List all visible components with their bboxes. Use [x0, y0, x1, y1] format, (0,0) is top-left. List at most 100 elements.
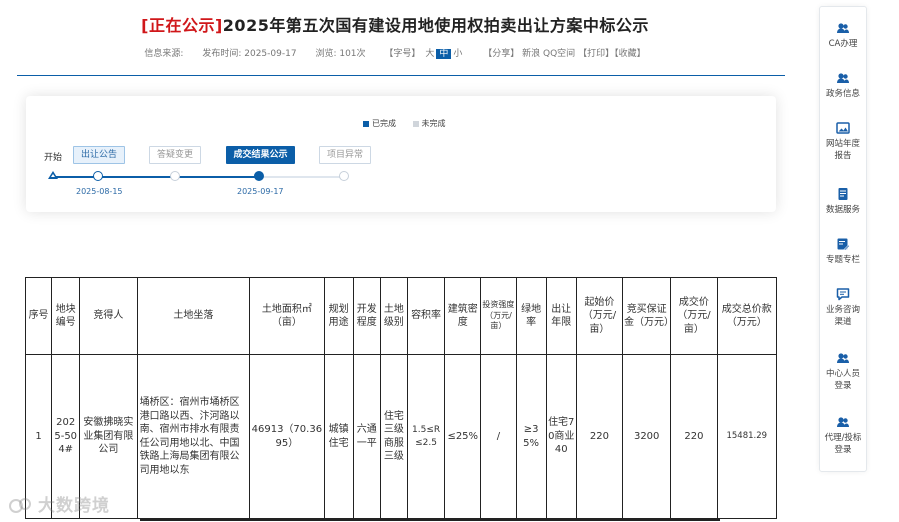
print-button[interactable]: 【打印】 — [578, 49, 614, 59]
sidebar-item-label: 中心人员登录 — [825, 369, 860, 392]
progress-track-todo — [262, 176, 344, 178]
table-header: 容积率 — [406, 277, 446, 355]
share-qq-link[interactable]: QQ空间 — [543, 49, 575, 59]
start-triangle-icon — [48, 171, 58, 179]
progress-node — [254, 171, 264, 181]
user-group-icon — [837, 73, 849, 83]
title-divider — [17, 75, 785, 76]
step-result-publicity[interactable]: 成交结果公示 — [226, 146, 295, 164]
bottom-divider — [140, 519, 720, 521]
document-icon — [838, 188, 848, 200]
sidebar-item-annual-report[interactable]: 网站年度报告 — [823, 121, 863, 163]
step-qa-change[interactable]: 答疑变更 — [149, 146, 201, 164]
legend-todo-label: 未完成 — [421, 119, 446, 128]
table-header: 成交价（万元/亩） — [670, 277, 718, 355]
table-cell: 220 — [575, 354, 624, 519]
table-header: 出让年限 — [545, 277, 577, 355]
edit-doc-icon — [837, 238, 850, 251]
favorite-button[interactable]: 【收藏】 — [614, 49, 646, 59]
sidebar-item-gov-info[interactable]: 政务信息 — [820, 71, 866, 100]
sidebar-item-label: CA办理 — [828, 39, 858, 49]
sidebar-item-data-service[interactable]: 数据服务 — [820, 187, 866, 216]
chat-icon — [836, 288, 850, 301]
table-header: 竞得人 — [79, 277, 138, 355]
step-exception[interactable]: 项目异常 — [319, 146, 371, 164]
watermark: 大数跨境 — [8, 491, 110, 516]
table-cell: / — [480, 354, 517, 519]
title-text: 2025年第五次国有建设用地使用权拍卖出让方案中标公示 — [222, 16, 649, 35]
share-sina-link[interactable]: 新浪 — [522, 49, 540, 59]
article-meta: 信息来源: 发布时间: 2025-09-17 浏览: 101次 【字号】 大中小… — [0, 46, 790, 59]
table-header: 绿地率 — [515, 277, 547, 355]
legend-done-label: 已完成 — [372, 119, 396, 128]
sidebar-item-label: 专题专栏 — [825, 255, 860, 265]
watermark-logo-icon — [9, 498, 31, 513]
sidebar-item-staff-login[interactable]: 中心人员登录 — [823, 351, 863, 393]
progress-legend: 已完成 未完成 — [363, 118, 460, 129]
table-header: 开发程度 — [352, 277, 381, 355]
table-header: 建筑密度 — [444, 277, 482, 355]
sidebar-item-ca[interactable]: CA办理 — [820, 21, 866, 50]
table-header-row: 序号 地块编号 竞得人 土地坐落 土地面积㎡（亩） 规划用途 开发程度 土地级别… — [24, 277, 778, 355]
table-header: 成交总价款（万元） — [716, 277, 778, 355]
user-group-icon — [837, 353, 849, 363]
article-title: [正在公示]2025年第五次国有建设用地使用权拍卖出让方案中标公示 — [0, 12, 790, 36]
source-label: 信息来源: — [144, 49, 184, 59]
progress-track-done — [54, 176, 262, 178]
sidebar-item-label: 政务信息 — [825, 89, 860, 99]
user-group-icon — [837, 23, 849, 33]
views-info: 浏览: 101次 — [315, 49, 366, 59]
table-cell: 埇桥区：宿州市埇桥区港口路以西、汴河路以南、宿州市排水有限责任公司用地以北、中国… — [136, 354, 251, 519]
progress-node — [93, 171, 103, 181]
table-header: 地块编号 — [51, 277, 81, 355]
publish-date: 2025-09-17 — [244, 49, 297, 59]
table-header: 起始价（万元/亩） — [575, 277, 624, 355]
status-tag: [正在公示] — [141, 16, 223, 35]
watermark-text: 大数跨境 — [38, 496, 110, 516]
sidebar-item-agent-login[interactable]: 代理/投标登录 — [823, 415, 863, 457]
table-cell: 住宅三级商服三级 — [379, 354, 408, 519]
table-header: 序号 — [24, 277, 53, 355]
table-cell: 住宅70商业40 — [545, 354, 577, 519]
legend-done-swatch — [363, 120, 369, 127]
step-date: 2025-09-17 — [237, 187, 284, 196]
table-header: 竞买保证金（万元） — [622, 277, 674, 355]
step-announcement[interactable]: 出让公告 — [73, 146, 125, 164]
quick-link-sidebar: CA办理 政务信息 网站年度报告 数据服务 专题专栏 业务咨询渠道 中心人员登录… — [819, 6, 867, 472]
sidebar-item-label: 代理/投标登录 — [824, 433, 862, 456]
font-large-button[interactable]: 大 — [423, 49, 436, 59]
sidebar-item-label: 网站年度报告 — [825, 139, 860, 162]
table-cell: ≤25% — [444, 354, 482, 519]
table-cell: 46913（70.3695） — [249, 354, 325, 519]
table-cell: 城镇住宅 — [323, 354, 354, 519]
font-medium-button[interactable]: 中 — [436, 49, 452, 59]
sidebar-item-special-topics[interactable]: 专题专栏 — [820, 237, 866, 266]
table-cell: 15481.29 — [716, 354, 778, 519]
step-date: 2025-08-15 — [76, 187, 123, 196]
progress-start-label: 开始 — [44, 153, 63, 163]
table-header: 规划用途 — [323, 277, 354, 355]
image-icon — [836, 122, 850, 134]
result-table: 序号 地块编号 竞得人 土地坐落 土地面积㎡（亩） 规划用途 开发程度 土地级别… — [24, 277, 778, 519]
table-header: 投资强度（万元/亩） — [480, 277, 517, 355]
font-size-control: 【字号】 大中小 — [384, 49, 464, 59]
table-header: 土地坐落 — [136, 277, 251, 355]
progress-node — [339, 171, 349, 181]
publish-info: 发布时间: 2025-09-17 — [202, 49, 297, 59]
table-row: 1 2025-504# 安徽拂晓实业集团有限公司 埇桥区：宿州市埇桥区港口路以西… — [24, 354, 778, 519]
table-cell: ≥35% — [515, 354, 547, 519]
font-small-button[interactable]: 小 — [451, 49, 464, 59]
progress-card — [26, 96, 776, 212]
progress-node — [170, 171, 180, 181]
table-header: 土地面积㎡（亩） — [249, 277, 325, 355]
sidebar-item-consult[interactable]: 业务咨询渠道 — [823, 287, 863, 329]
share-control: 【分享】 新浪 QQ空间 【打印】【收藏】 — [483, 49, 646, 59]
user-group-icon — [837, 417, 849, 427]
table-cell: 3200 — [622, 354, 672, 519]
sidebar-item-label: 业务咨询渠道 — [825, 305, 860, 328]
table-cell: 六通一平 — [352, 354, 381, 519]
sidebar-item-label: 数据服务 — [825, 205, 860, 215]
legend-todo-swatch — [412, 120, 419, 127]
table-cell: 220 — [670, 354, 718, 519]
table-header: 土地级别 — [379, 277, 408, 355]
